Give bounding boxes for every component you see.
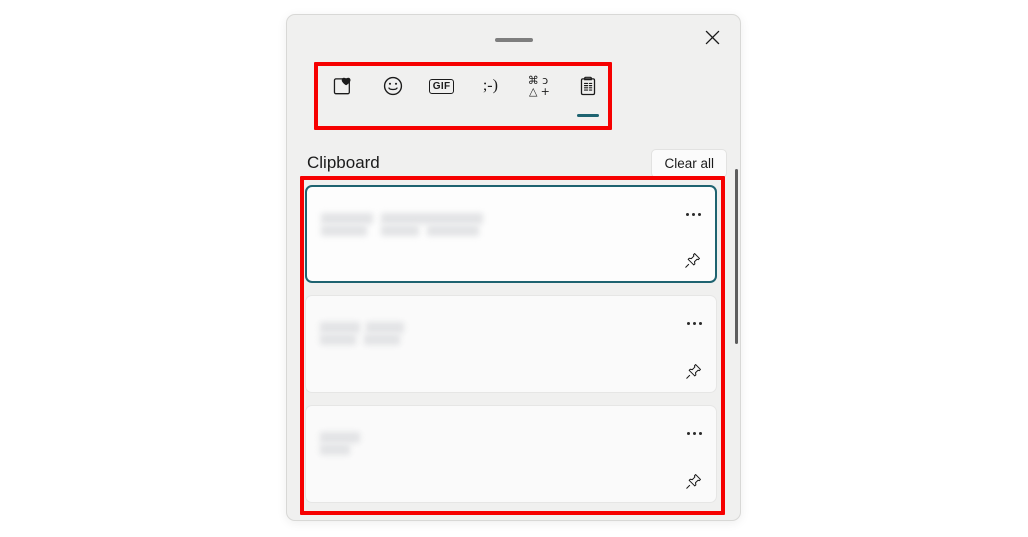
symbols-icon: ⌘ ↄ △ + (527, 65, 551, 107)
redacted-text-block (364, 334, 400, 345)
tab-symbols[interactable]: ⌘ ↄ △ + (520, 65, 558, 123)
tab-indicator (528, 114, 550, 117)
clipboard-flyout-panel: GIF ;-) ⌘ ↄ △ + Clipboard Clear all (286, 14, 741, 521)
redacted-text-block (321, 213, 373, 224)
pin-icon[interactable] (682, 470, 704, 492)
heart-sticker-icon (333, 65, 355, 107)
redacted-text-block (320, 334, 356, 345)
clipboard-list-scrollbar[interactable] (733, 167, 740, 520)
symbols-glyph-grid: ⌘ ↄ △ + (527, 75, 551, 97)
redacted-text-block (320, 444, 350, 455)
redacted-text-block (381, 213, 483, 224)
redacted-text-block (321, 225, 367, 236)
clipboard-item-3[interactable] (305, 405, 717, 503)
redacted-text-block (427, 225, 479, 236)
clipboard-icon (577, 65, 599, 107)
clipboard-items-list[interactable] (305, 185, 725, 520)
tab-indicator (382, 114, 404, 117)
item-more-options-icon[interactable] (687, 432, 702, 435)
close-button[interactable] (691, 22, 733, 52)
tab-clipboard[interactable] (569, 65, 607, 123)
gif-icon: GIF (428, 65, 455, 107)
tab-kaomoji[interactable]: ;-) (471, 65, 509, 123)
panel-titlebar (287, 15, 740, 61)
tab-indicator (431, 114, 453, 117)
tab-indicator-selected (576, 114, 599, 117)
tab-indicator (333, 114, 355, 117)
toolbar-tabs: GIF ;-) ⌘ ↄ △ + (317, 65, 615, 131)
kaomoji-icon: ;-) (483, 65, 498, 107)
tab-recently-used[interactable] (325, 65, 363, 123)
redacted-text-block (381, 225, 419, 236)
page-title: Clipboard (307, 153, 380, 172)
drag-handle[interactable] (494, 38, 533, 42)
item-more-options-icon[interactable] (686, 213, 701, 216)
clear-all-button[interactable]: Clear all (651, 148, 727, 178)
gif-label: GIF (428, 78, 455, 94)
smiley-face-icon (382, 65, 404, 107)
screenshot-root: GIF ;-) ⌘ ↄ △ + Clipboard Clear all (0, 0, 1028, 537)
clipboard-item-2[interactable] (305, 295, 717, 393)
scrollbar-thumb[interactable] (735, 169, 738, 344)
symbol-delta: △ (528, 85, 538, 98)
tab-emoji[interactable] (374, 65, 412, 123)
symbol-plus: + (540, 85, 550, 98)
pin-icon[interactable] (682, 360, 704, 382)
tab-gif[interactable]: GIF (423, 65, 461, 123)
pin-icon[interactable] (681, 249, 703, 271)
redacted-text-block (320, 432, 360, 443)
close-icon (705, 30, 720, 45)
kaomoji-label: ;-) (482, 77, 498, 94)
clipboard-item-1[interactable] (305, 185, 717, 283)
tab-indicator (479, 114, 501, 117)
item-more-options-icon[interactable] (687, 322, 702, 325)
redacted-text-block (366, 322, 404, 333)
redacted-text-block (320, 322, 360, 333)
clipboard-section-header: Clipboard Clear all (307, 145, 727, 181)
